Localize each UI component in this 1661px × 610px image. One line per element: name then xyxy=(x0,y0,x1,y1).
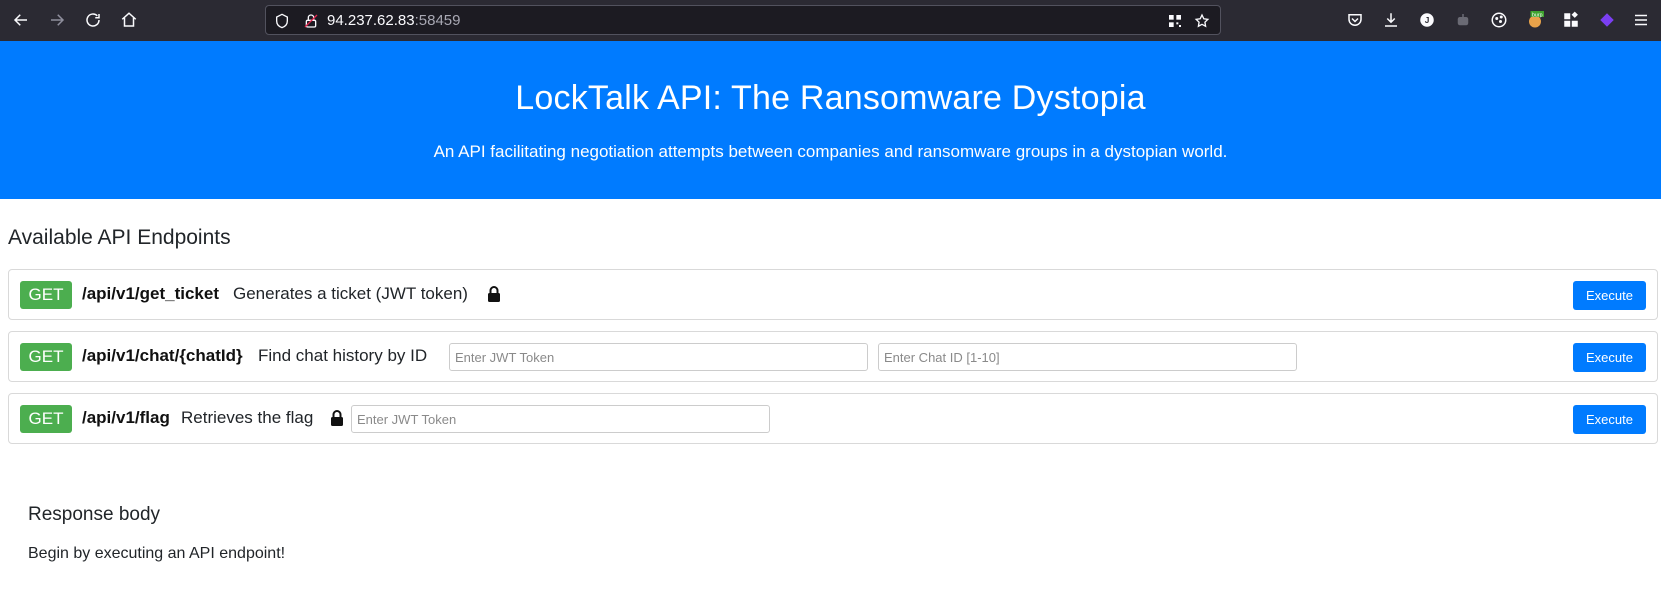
method-badge: GET xyxy=(20,405,72,433)
chat-id-input[interactable] xyxy=(878,343,1297,371)
url-bar[interactable]: 94.237.62.83:58459 xyxy=(265,5,1221,35)
url-host: 94.237.62.83 xyxy=(327,12,415,29)
profile-initial: J xyxy=(1425,16,1430,25)
burp-badge-text: burp xyxy=(1532,12,1543,18)
pocket-icon[interactable] xyxy=(1345,10,1365,30)
url-text: 94.237.62.83:58459 xyxy=(327,12,460,29)
endpoint-path: /api/v1/chat/{chatId} xyxy=(82,346,243,365)
purple-extension-icon[interactable] xyxy=(1597,10,1617,30)
browser-toolbar: 94.237.62.83:58459 J burp xyxy=(0,0,1661,41)
jwt-token-input[interactable] xyxy=(351,405,770,433)
qr-code-icon[interactable] xyxy=(1166,12,1184,30)
endpoint-chat-history: GET /api/v1/chat/{chatId} Find chat hist… xyxy=(8,331,1658,382)
extension-robot-icon[interactable] xyxy=(1453,10,1473,30)
endpoint-path: /api/v1/get_ticket xyxy=(82,284,220,303)
endpoint-description: Retrieves the flag xyxy=(181,408,314,427)
method-badge: GET xyxy=(20,281,72,309)
profile-avatar[interactable]: J xyxy=(1417,10,1437,30)
execute-button[interactable]: Execute xyxy=(1573,281,1646,310)
lock-icon xyxy=(488,286,500,302)
insecure-lock-icon[interactable] xyxy=(302,12,320,30)
execute-button[interactable]: Execute xyxy=(1573,343,1646,372)
page-subtitle: An API facilitating negotiation attempts… xyxy=(433,142,1228,161)
page-title: LockTalk API: The Ransomware Dystopia xyxy=(515,79,1146,117)
hero-header: LockTalk API: The Ransomware Dystopia An… xyxy=(0,41,1661,199)
back-icon[interactable] xyxy=(9,8,33,32)
endpoint-get-ticket: GET /api/v1/get_ticket Generates a ticke… xyxy=(8,269,1658,320)
jwt-token-input[interactable] xyxy=(449,343,868,371)
bookmark-star-icon[interactable] xyxy=(1193,12,1211,30)
endpoints-heading: Available API Endpoints xyxy=(8,226,231,249)
response-heading: Response body xyxy=(28,504,161,525)
method-badge: GET xyxy=(20,343,72,371)
endpoint-description: Find chat history by ID xyxy=(258,346,428,365)
execute-button[interactable]: Execute xyxy=(1573,405,1646,434)
endpoint-description: Generates a ticket (JWT token) xyxy=(233,284,468,303)
url-port: :58459 xyxy=(414,12,461,29)
extensions-icon[interactable] xyxy=(1561,10,1581,30)
response-body: Begin by executing an API endpoint! xyxy=(28,545,286,562)
endpoint-path: /api/v1/flag xyxy=(82,408,170,427)
home-icon[interactable] xyxy=(117,8,141,32)
endpoint-flag: GET /api/v1/flag Retrieves the flag Exec… xyxy=(8,393,1658,444)
menu-icon[interactable] xyxy=(1631,10,1651,30)
reload-icon[interactable] xyxy=(81,8,105,32)
lock-icon xyxy=(331,410,343,426)
shield-icon[interactable] xyxy=(273,12,291,30)
burp-extension-icon[interactable]: burp xyxy=(1525,10,1545,30)
forward-icon[interactable] xyxy=(45,8,69,32)
download-icon[interactable] xyxy=(1381,10,1401,30)
cookie-icon[interactable] xyxy=(1489,10,1509,30)
